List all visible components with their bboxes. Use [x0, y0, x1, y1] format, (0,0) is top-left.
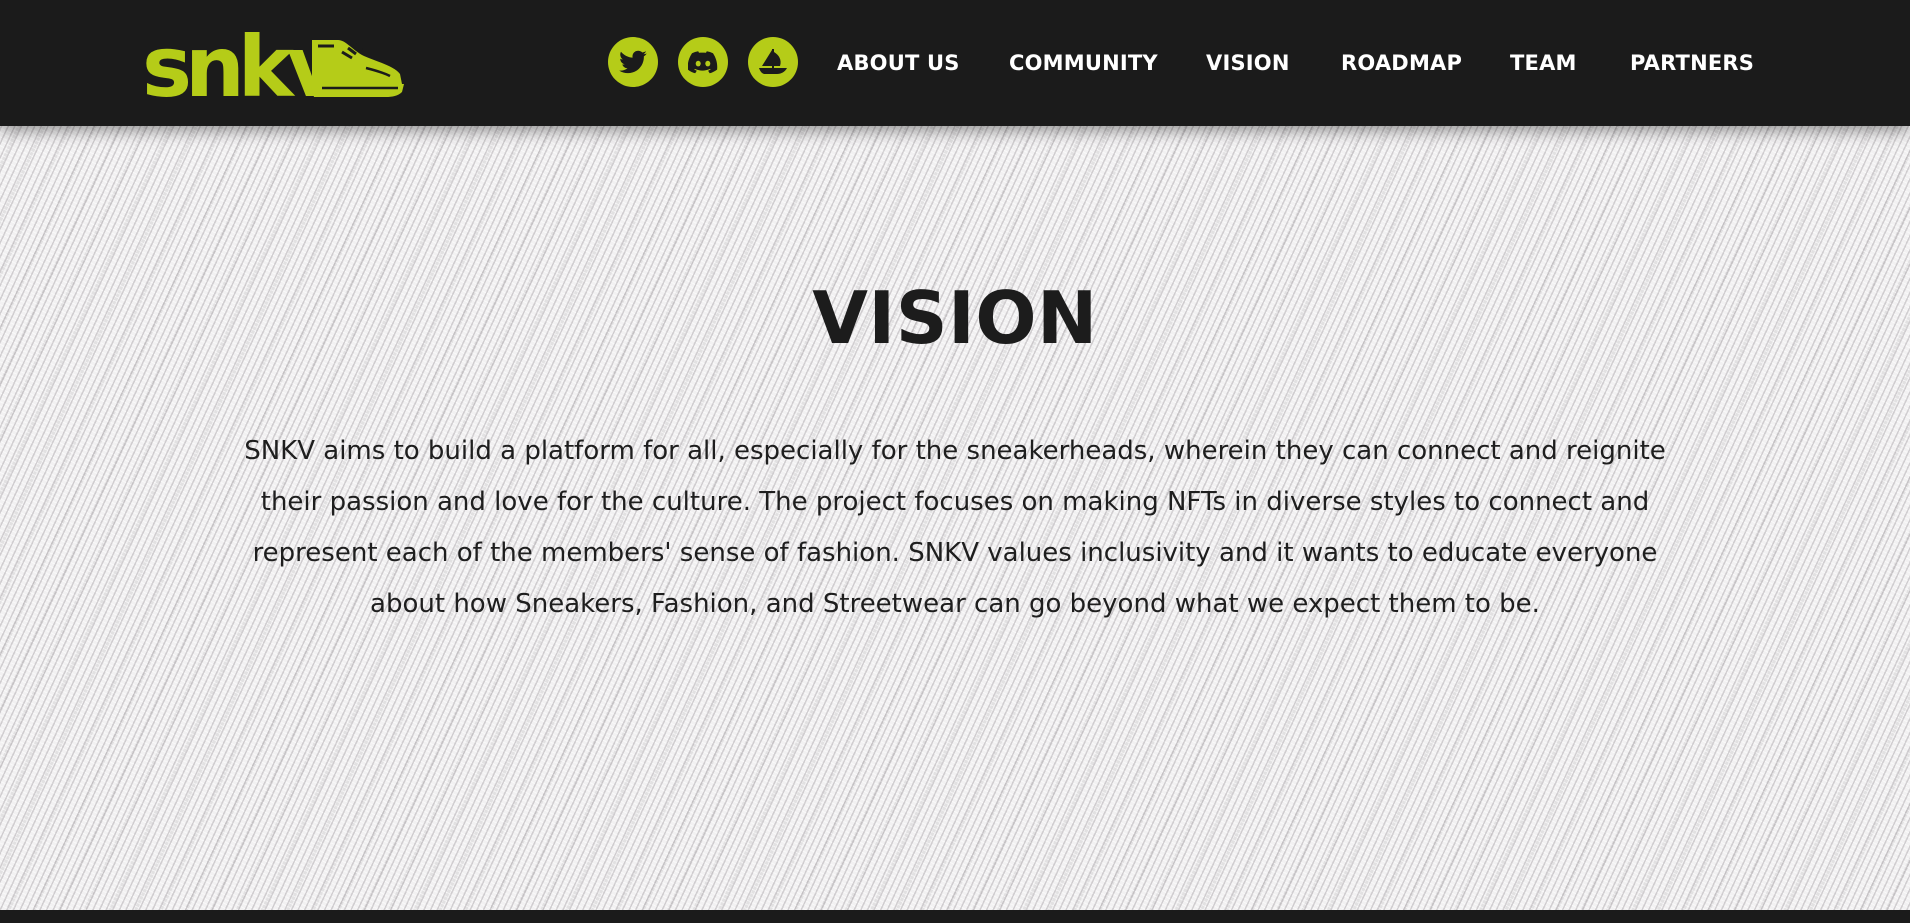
footer-bar	[0, 910, 1910, 923]
discord-button[interactable]	[678, 37, 728, 87]
logo-mark: snkv	[142, 22, 404, 104]
page-title: VISION	[812, 276, 1098, 360]
vision-section: VISION SNKV aims to build a platform for…	[0, 126, 1910, 910]
nav-partners[interactable]: PARTNERS	[1630, 0, 1754, 126]
nav-roadmap[interactable]: ROADMAP	[1341, 0, 1462, 126]
opensea-button[interactable]	[748, 37, 798, 87]
twitter-button[interactable]	[608, 37, 658, 87]
nav-team[interactable]: TEAM	[1510, 0, 1577, 126]
nav-community[interactable]: COMMUNITY	[1009, 0, 1158, 126]
sneaker-icon	[310, 40, 404, 97]
logo-wordmark: snkv	[142, 22, 341, 104]
twitter-icon	[619, 50, 647, 74]
site-header: snkv ABOUT US COMMUNITY VISION ROADMAP T…	[0, 0, 1910, 126]
nav-about-us[interactable]: ABOUT US	[837, 0, 960, 126]
nav-vision[interactable]: VISION	[1206, 0, 1290, 126]
discord-icon	[688, 51, 718, 74]
opensea-icon	[759, 49, 787, 74]
vision-text: SNKV aims to build a platform for all, e…	[244, 436, 1666, 619]
snkv-logo[interactable]: snkv	[142, 22, 404, 104]
